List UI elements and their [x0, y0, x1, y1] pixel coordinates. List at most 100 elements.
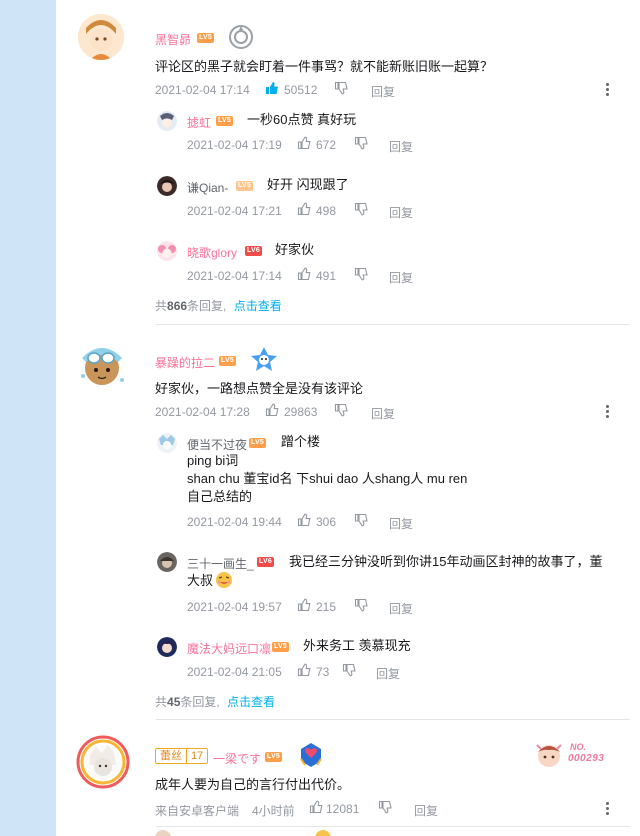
divider: [156, 324, 630, 325]
avatar[interactable]: [76, 735, 130, 789]
comment-time: 2021-02-04 17:14: [155, 83, 250, 97]
username[interactable]: 一梁です: [213, 750, 261, 767]
comment-meta: 来自安卓客户端 4小时前 12081 回复: [155, 800, 515, 819]
like-count: 215: [316, 600, 337, 614]
reply-text: 外来务工 羡慕现充: [303, 638, 411, 653]
fan-medal-badge[interactable]: 蕾丝 17: [155, 748, 209, 764]
reply-count: 45: [167, 695, 181, 709]
username[interactable]: 魔法大妈远口凛: [187, 640, 271, 657]
thumb-down-icon[interactable]: [334, 81, 348, 98]
level-badge: LV6: [257, 557, 274, 567]
level-badge: LV5: [236, 181, 253, 191]
thumb-up-icon[interactable]: [309, 800, 323, 817]
reply-meta: 2021-02-04 21:05 73 回复: [187, 663, 437, 682]
view-replies-link[interactable]: 点击查看: [227, 695, 275, 709]
username[interactable]: 摅虹: [187, 114, 211, 131]
avatar[interactable]: [157, 433, 177, 453]
avatar[interactable]: [74, 336, 130, 392]
reply-button[interactable]: 回复: [389, 515, 413, 532]
reply-text-line: 自己总结的: [187, 489, 253, 504]
username[interactable]: 谦Qian-: [187, 179, 228, 196]
thumb-down-icon[interactable]: [378, 800, 392, 817]
username[interactable]: 黑智昴: [155, 31, 191, 48]
reply-button[interactable]: 回复: [414, 802, 438, 819]
like-count: 498: [316, 204, 337, 218]
reply-text-line: ping bi词: [187, 453, 239, 468]
thumb-down-icon[interactable]: [354, 202, 368, 219]
username[interactable]: 三十一画生_: [187, 555, 254, 572]
reply-meta: 2021-02-04 17:21 498 回复: [187, 202, 437, 221]
more-options-icon[interactable]: [606, 405, 610, 420]
card-number-value: 000293: [568, 753, 605, 764]
avatar[interactable]: [78, 14, 124, 60]
reply-time: 2021-02-04 21:05: [187, 665, 282, 679]
username[interactable]: 晓歌glory: [187, 244, 237, 261]
comment-meta: 2021-02-04 17:14 50512 回复: [155, 81, 485, 100]
thumb-down-icon[interactable]: [354, 136, 368, 153]
avatar[interactable]: [157, 111, 177, 131]
reply-button[interactable]: 回复: [389, 600, 413, 617]
avatar[interactable]: [157, 241, 177, 261]
reply-time: 2021-02-04 17:14: [187, 269, 282, 283]
level-badge: LV5: [197, 33, 214, 43]
thumb-down-icon[interactable]: [334, 403, 348, 420]
reply-time: 2021-02-04 17:21: [187, 204, 282, 218]
card-number-label: NO.: [570, 742, 587, 752]
thumb-down-icon[interactable]: [354, 267, 368, 284]
thumb-up-icon[interactable]: [297, 598, 311, 615]
reply-button[interactable]: 回复: [389, 138, 413, 155]
divider: [156, 826, 630, 827]
reply-text: 好开 闪现跟了: [267, 177, 349, 192]
like-count: 29863: [284, 405, 318, 419]
reply-summary: 共866条回复, 点击查看: [155, 297, 282, 314]
username[interactable]: 暴躁的拉二: [155, 354, 215, 371]
decoration-badge-icon: [228, 24, 254, 50]
fan-medal-name: 蕾丝: [160, 750, 182, 762]
avatar: [155, 830, 171, 836]
reply-text: 一秒60点赞 真好玩: [247, 112, 357, 127]
reply-meta: 2021-02-04 17:19 672 回复: [187, 136, 437, 155]
reply-button[interactable]: 回复: [371, 83, 395, 100]
reply-button[interactable]: 回复: [371, 405, 395, 422]
level-badge: LV5: [219, 356, 236, 366]
summary-suffix: 条回复,: [180, 695, 220, 709]
reply-count: 866: [167, 299, 188, 313]
reply-button[interactable]: 回复: [389, 269, 413, 286]
divider: [156, 719, 630, 720]
comment-time: 4小时前: [252, 804, 295, 818]
thumb-up-icon[interactable]: [265, 81, 279, 98]
reply-text-line: 我已经三分钟没听到你讲15年动画区封神的故事了，董: [289, 554, 603, 569]
thumb-up-icon[interactable]: [297, 202, 311, 219]
decoration-badge-icon: [315, 830, 331, 836]
next-comment-peek: [155, 830, 355, 836]
reply-button[interactable]: 回复: [389, 204, 413, 221]
like-count: 12081: [326, 802, 360, 816]
avatar[interactable]: [157, 552, 177, 572]
reply-time: 2021-02-04 19:44: [187, 515, 282, 529]
reply-text-line: 大叔: [187, 573, 214, 588]
more-options-icon[interactable]: [606, 83, 610, 98]
thumb-up-icon[interactable]: [297, 663, 311, 680]
avatar[interactable]: [157, 637, 177, 657]
comment-text: 好家伙，一路想点赞全是没有该评论: [155, 381, 364, 396]
view-replies-link[interactable]: 点击查看: [234, 299, 282, 313]
thumb-down-icon[interactable]: [354, 598, 368, 615]
thumb-up-icon[interactable]: [265, 403, 279, 420]
thumb-up-icon[interactable]: [297, 136, 311, 153]
card-number-badge: NO. 000293: [534, 738, 614, 772]
thumb-down-icon[interactable]: [342, 663, 356, 680]
level-badge: LV5: [216, 116, 233, 126]
thumb-up-icon[interactable]: [297, 267, 311, 284]
comment-page: 黑智昴 LV5 评论区的黑子就会盯着一件事骂？就不能新账旧账一起算？ 2021-…: [56, 0, 640, 836]
decoration-badge-icon: [297, 741, 325, 769]
thumb-down-icon[interactable]: [354, 513, 368, 530]
reply-button[interactable]: 回复: [376, 665, 400, 682]
thumb-up-icon[interactable]: [297, 513, 311, 530]
more-options-icon[interactable]: [606, 802, 610, 817]
reply-meta: 2021-02-04 19:57 215 回复: [187, 598, 437, 617]
level-badge: LV5: [272, 642, 289, 652]
level-badge: LV6: [245, 246, 262, 256]
reply-meta: 2021-02-04 19:44 306 回复: [187, 513, 437, 532]
avatar[interactable]: [157, 176, 177, 196]
reply-meta: 2021-02-04 17:14 491 回复: [187, 267, 437, 286]
